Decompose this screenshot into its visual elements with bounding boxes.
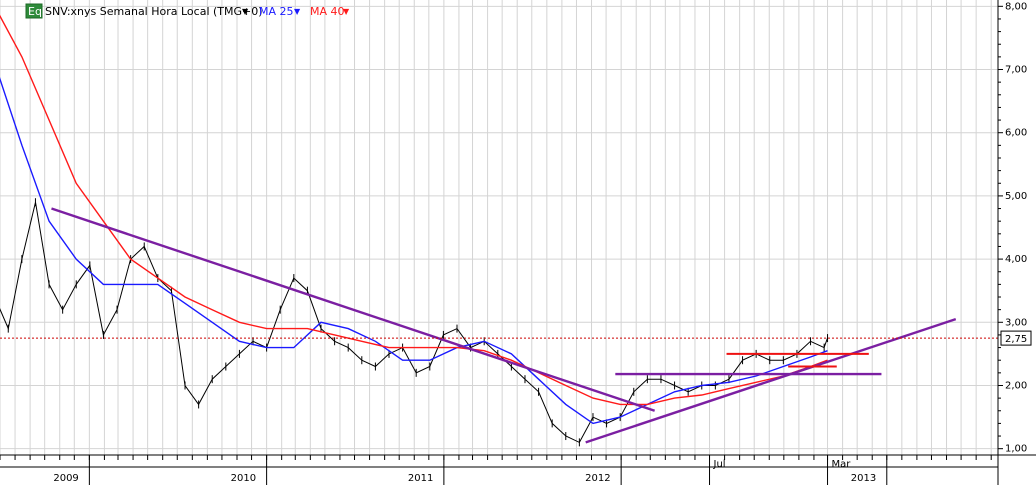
- x-tick-label-5: Mar: [832, 459, 852, 470]
- ma25-label[interactable]: MA 25: [259, 5, 294, 18]
- price-badge-value: 2,75: [1005, 334, 1027, 345]
- current-price-badge: 2,75: [1000, 330, 1032, 346]
- symbol-dropdown-icon[interactable]: ▼: [242, 7, 249, 16]
- y-tick-label-2: 3,00: [1005, 317, 1027, 328]
- ma40-dropdown-icon[interactable]: ▼: [343, 7, 350, 16]
- x-tick-label-4: Jul: [713, 459, 726, 470]
- x-tick-label-0: 2009: [53, 473, 78, 484]
- x-tick-label-3: 2012: [585, 473, 610, 484]
- y-tick-label-5: 6,00: [1005, 128, 1027, 139]
- y-tick-label-1: 2,00: [1005, 380, 1027, 391]
- chart-root: 1,00 2,00 3,00 4,00 5,00 6,00 7,00 8,00 2009 201…: [0, 0, 1036, 485]
- ma25-dropdown-icon[interactable]: ▼: [294, 7, 301, 16]
- x-tick-label-2: 2011: [408, 473, 433, 484]
- y-tick-label-6: 7,00: [1005, 65, 1027, 76]
- price-chart[interactable]: 1,00 2,00 3,00 4,00 5,00 6,00 7,00 8,00 2009 201…: [0, 0, 1036, 485]
- y-tick-label-7: 8,00: [1005, 1, 1027, 12]
- x-tick-label-6: 2013: [851, 473, 876, 484]
- y-tick-label-4: 5,00: [1005, 191, 1027, 202]
- symbol-label[interactable]: SNV:xnys Semanal Hora Local (TMG+0): [45, 5, 263, 18]
- eq-badge-label: Eq: [28, 5, 42, 18]
- y-tick-label-0: 1,00: [1005, 444, 1027, 455]
- ma40-label[interactable]: MA 40: [310, 5, 345, 18]
- x-tick-label-1: 2010: [231, 473, 256, 484]
- y-tick-label-3: 4,00: [1005, 254, 1027, 265]
